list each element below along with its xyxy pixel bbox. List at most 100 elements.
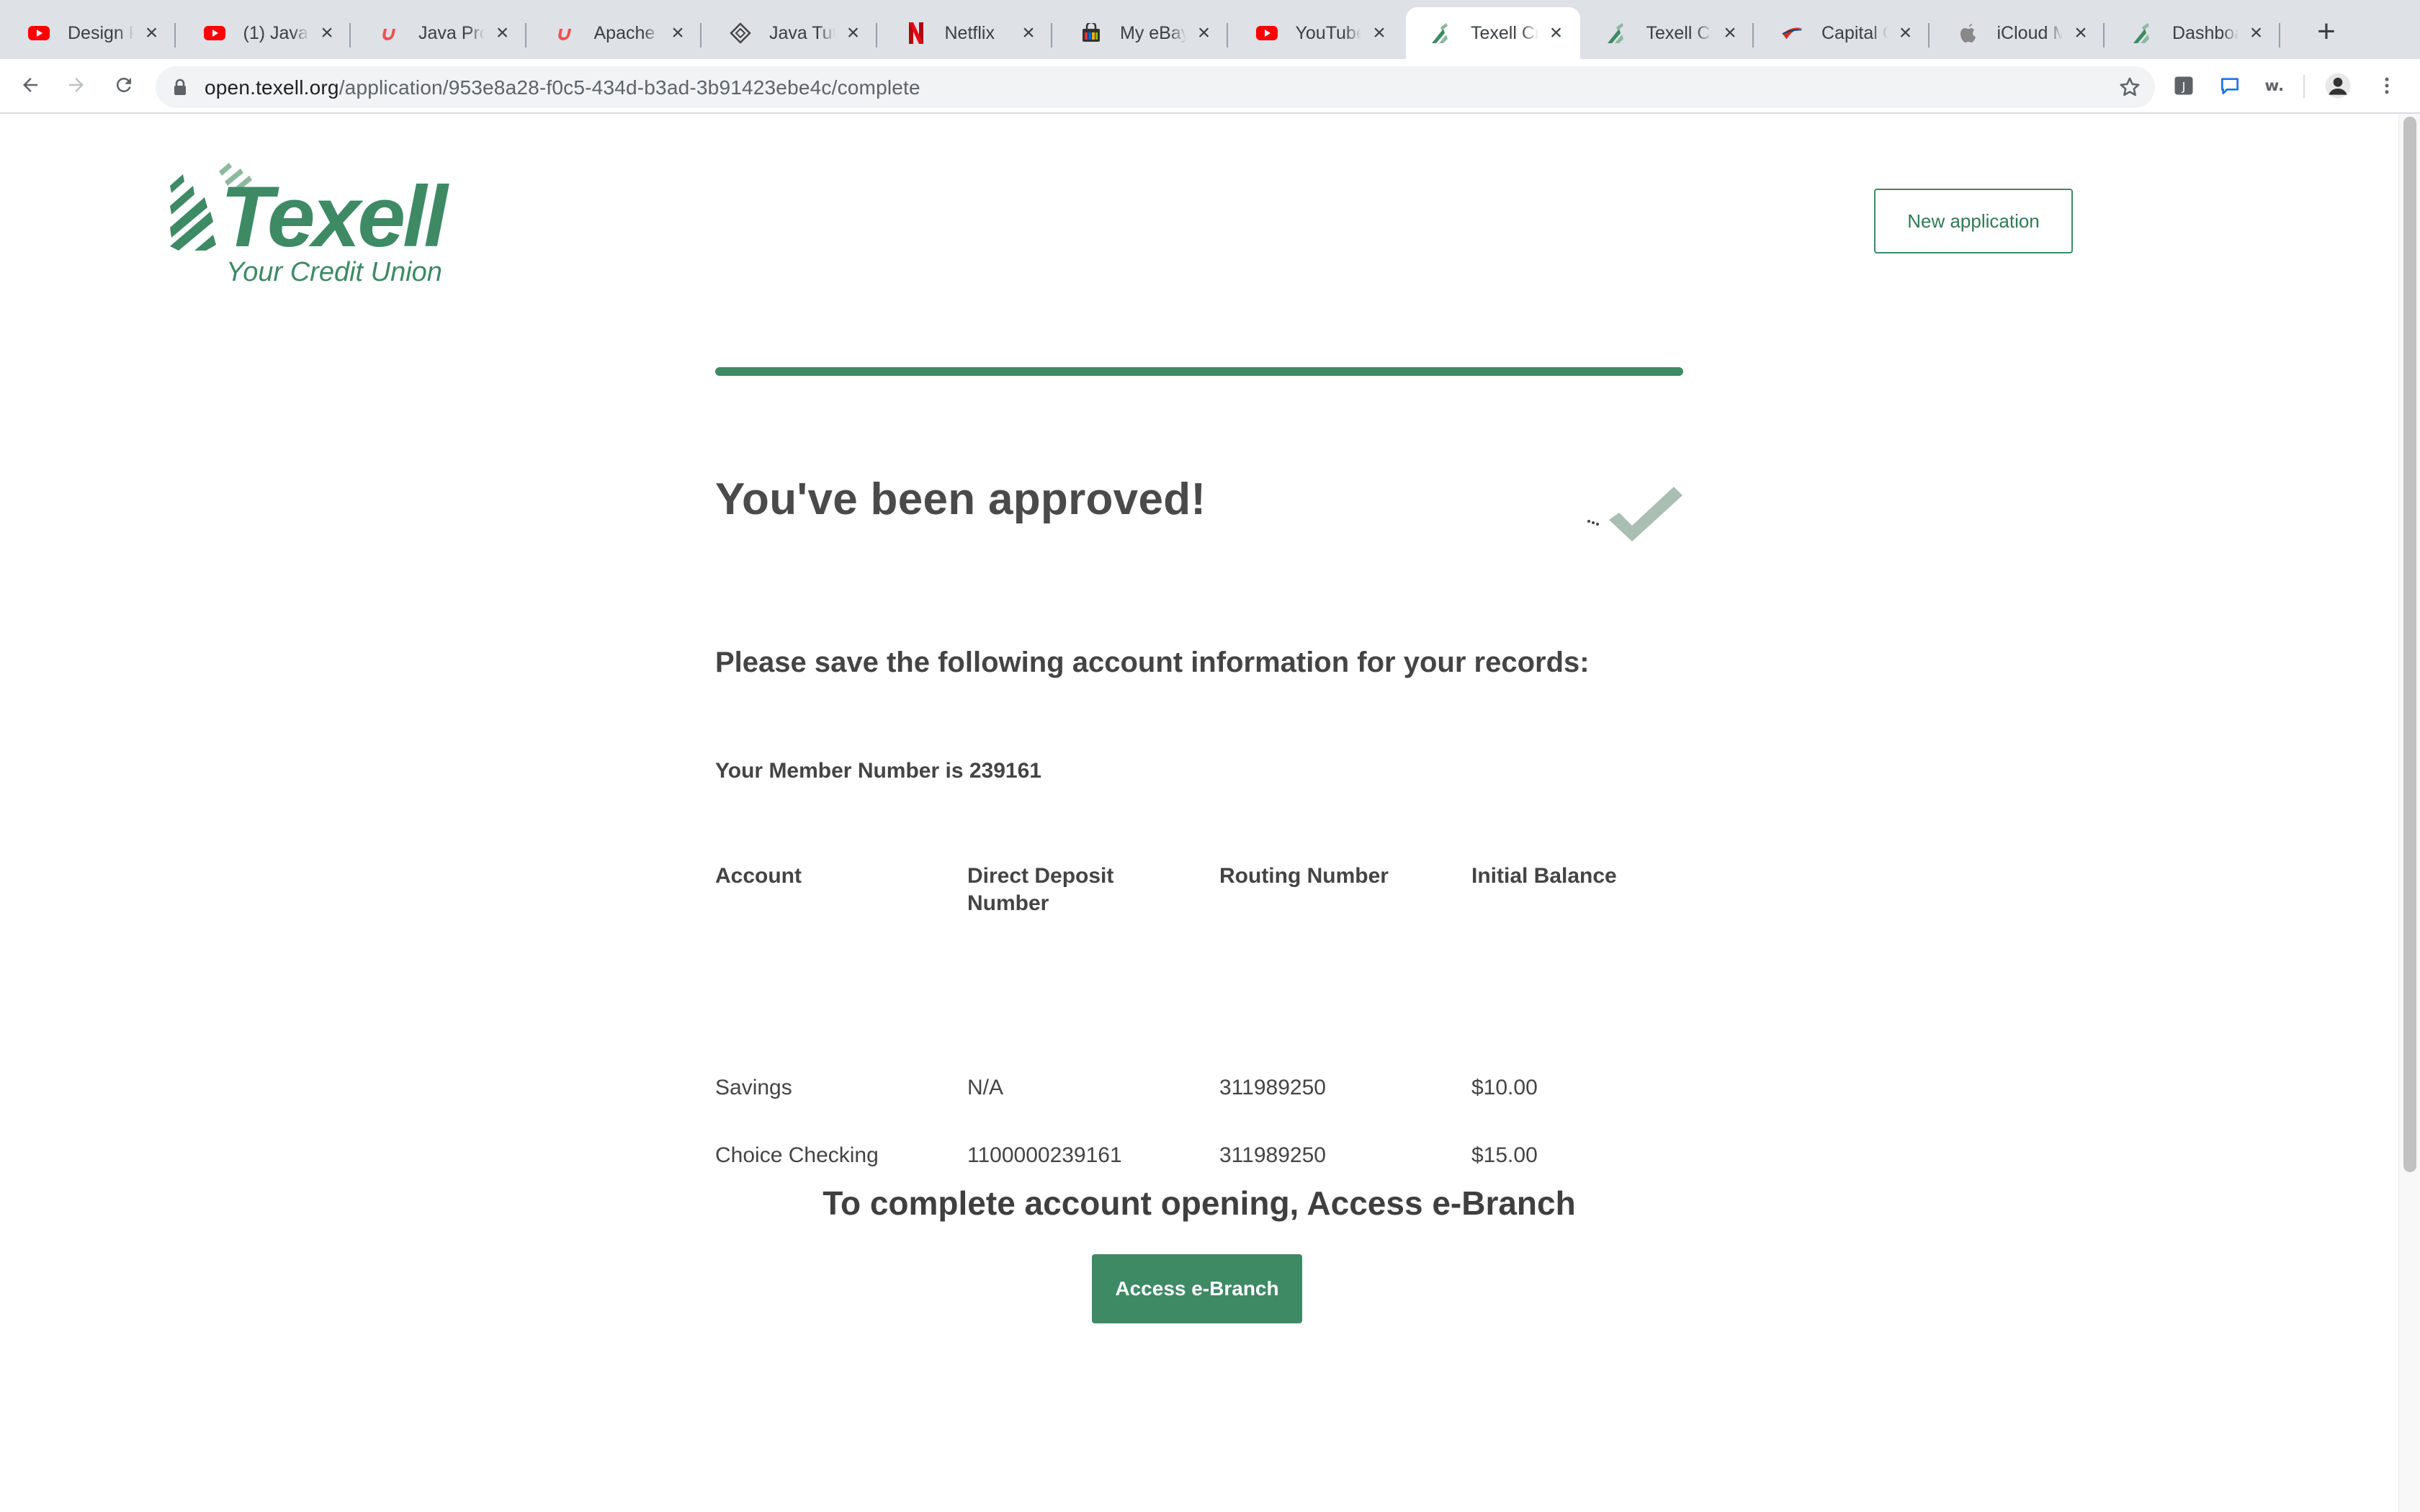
- close-icon[interactable]: ×: [1719, 21, 1741, 45]
- toolbar-divider: [2303, 75, 2305, 98]
- close-icon[interactable]: ×: [1193, 21, 1215, 45]
- svg-text:J: J: [2182, 79, 2186, 93]
- tab[interactable]: Capital One ×: [1754, 7, 1930, 59]
- netflix-icon: [905, 22, 928, 45]
- diamond-icon: [729, 22, 752, 45]
- close-icon[interactable]: ×: [2246, 21, 2267, 45]
- youtube-icon: [27, 22, 50, 45]
- close-icon[interactable]: ×: [141, 21, 163, 45]
- tab[interactable]: Texell Credit Union ×: [1579, 7, 1754, 59]
- close-icon[interactable]: ×: [316, 21, 338, 45]
- close-icon[interactable]: ×: [843, 21, 864, 45]
- table-cell-initial-balance: $10.00: [1471, 1076, 1538, 1099]
- close-icon[interactable]: ×: [667, 21, 689, 45]
- close-icon[interactable]: ×: [492, 21, 514, 45]
- access-ebranch-button[interactable]: Access e-Branch: [1092, 1254, 1302, 1323]
- lock-icon: [174, 78, 186, 95]
- table-cell-routing-number: 311989250: [1219, 1076, 1326, 1099]
- forward-button[interactable]: [60, 69, 92, 101]
- apple-icon: [1957, 22, 1980, 45]
- page-scrollbar[interactable]: [2398, 114, 2420, 1512]
- table-header-account: Account: [715, 864, 802, 888]
- browser-menu-button[interactable]: [2372, 71, 2401, 100]
- reload-icon: [116, 77, 131, 92]
- texell-icon: [1430, 22, 1453, 45]
- tab-title: Apache Kafka: [593, 22, 660, 43]
- wappalyzer-extension-icon[interactable]: w.: [2262, 71, 2290, 100]
- new-tab-button[interactable]: +: [2312, 16, 2341, 48]
- tab[interactable]: Java Tutorial ×: [702, 7, 877, 59]
- tab-title: Netflix: [944, 22, 995, 43]
- tab[interactable]: Netflix ×: [877, 7, 1052, 59]
- more-vert-icon: [2385, 77, 2389, 94]
- tab[interactable]: My eBay ×: [1052, 7, 1228, 59]
- close-icon[interactable]: ×: [1546, 21, 1567, 45]
- chat-extension-icon[interactable]: [2215, 71, 2244, 100]
- tab[interactable]: Design Patterns ×: [0, 7, 176, 59]
- tab-title: Texell Credit Union: [1646, 22, 1713, 43]
- new-application-button[interactable]: New application: [1874, 189, 2073, 253]
- tab-title: My eBay: [1120, 22, 1186, 43]
- back-arrow-icon: [23, 78, 37, 92]
- close-icon[interactable]: ×: [1368, 21, 1390, 45]
- application-progress-bar: [715, 367, 1683, 376]
- udemy-icon: [378, 22, 401, 45]
- bookmark-star-icon[interactable]: [2118, 75, 2142, 99]
- reload-button[interactable]: [108, 69, 140, 101]
- table-cell-routing-number: 311989250: [1219, 1143, 1326, 1167]
- tab[interactable]: YouTube ×: [1228, 7, 1404, 59]
- table-cell-initial-balance: $15.00: [1471, 1143, 1538, 1167]
- tab-separator: [2278, 23, 2280, 48]
- tab-title: iCloud Mail: [1996, 22, 2063, 43]
- tab[interactable]: Apache Kafka ×: [526, 7, 702, 59]
- back-button[interactable]: [14, 69, 46, 101]
- member-number-text: Your Member Number is 239161: [715, 759, 1041, 783]
- logo-tagline: Your Credit Union: [226, 257, 442, 287]
- texell-icon: [2132, 22, 2155, 45]
- tab[interactable]: Texell Credit Union ×: [1406, 7, 1580, 59]
- tab-title: YouTube: [1295, 22, 1362, 43]
- tab-title: Design Patterns: [68, 22, 134, 43]
- table-header-direct-deposit: Direct Deposit Number: [967, 864, 1114, 915]
- url-host: open.texell.org: [205, 76, 339, 99]
- table-header-initial-balance: Initial Balance: [1471, 864, 1617, 888]
- save-info-heading: Please save the following account inform…: [715, 647, 1590, 678]
- tab-title: Texell Credit Union: [1471, 22, 1538, 43]
- page-title: You've been approved!: [715, 474, 1206, 524]
- tab[interactable]: Java Programming ×: [351, 7, 526, 59]
- youtube-icon: [1255, 22, 1278, 45]
- texell-icon: [1606, 22, 1629, 45]
- scrollbar-thumb[interactable]: [2403, 117, 2416, 1172]
- tab-title: Java Programming: [418, 22, 485, 43]
- profile-avatar[interactable]: [2323, 71, 2352, 100]
- table-cell-account: Savings: [715, 1076, 792, 1099]
- table-cell-account: Choice Checking: [715, 1143, 879, 1167]
- udemy-icon: [554, 22, 577, 45]
- tab-title: (1) Java Fundamentals: [243, 22, 310, 43]
- tab[interactable]: iCloud Mail ×: [1930, 7, 2105, 59]
- svg-text:w.: w.: [2264, 77, 2284, 95]
- address-bar[interactable]: open.texell.org/application/953e8a28-f0c…: [156, 66, 2155, 108]
- forward-arrow-icon: [69, 78, 84, 92]
- tab-strip: Design Patterns×(1) Java Fundamentals×Ja…: [0, 0, 2420, 59]
- capital-one-icon: [1781, 22, 1804, 45]
- table-header-routing-number: Routing Number: [1219, 864, 1389, 888]
- complete-opening-heading: To complete account opening, Access e-Br…: [823, 1184, 1576, 1222]
- logo-wordmark: Texell: [220, 168, 449, 265]
- table-cell-direct-deposit: N/A: [967, 1076, 1004, 1099]
- table-cell-direct-deposit: 1100000239161: [967, 1143, 1122, 1167]
- tab[interactable]: Dashboard ×: [2105, 7, 2280, 59]
- extension-icon[interactable]: J: [2169, 71, 2198, 100]
- browser-toolbar: open.texell.org/application/953e8a28-f0c…: [0, 59, 2420, 114]
- url-text: open.texell.org/application/953e8a28-f0c…: [205, 76, 920, 99]
- tab-title: Java Tutorial: [769, 22, 835, 43]
- tab-title: Dashboard: [2172, 22, 2238, 43]
- youtube-icon: [203, 22, 226, 45]
- close-icon[interactable]: ×: [1895, 21, 1917, 45]
- page-content: Texell Your Credit Union New application…: [0, 114, 2398, 1512]
- texell-logo[interactable]: Texell Your Credit Union: [169, 153, 464, 289]
- close-icon[interactable]: ×: [2070, 21, 2092, 45]
- tab-title: Capital One: [1821, 22, 1888, 43]
- tab[interactable]: (1) Java Fundamentals ×: [176, 7, 351, 59]
- close-icon[interactable]: ×: [1018, 21, 1039, 45]
